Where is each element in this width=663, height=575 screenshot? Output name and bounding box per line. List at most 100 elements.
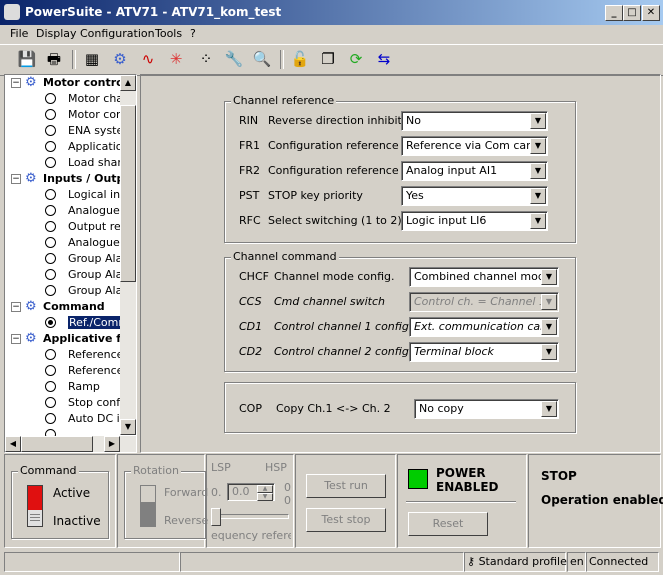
key-icon: ⚷ bbox=[467, 555, 476, 568]
rfc-select[interactable]: Logic input LI6 ▼ bbox=[401, 211, 548, 231]
radio-icon[interactable] bbox=[45, 141, 56, 152]
wrench-icon[interactable]: 🔧 bbox=[224, 49, 244, 69]
chevron-down-icon[interactable]: ▼ bbox=[530, 138, 546, 154]
language-pane: en bbox=[567, 552, 586, 572]
cd1-select[interactable]: Ext. communication card ▼ bbox=[409, 317, 559, 337]
chevron-down-icon[interactable]: ▼ bbox=[541, 401, 557, 417]
speed-input-value: 0.0 bbox=[232, 485, 250, 498]
group-title: Command bbox=[18, 464, 79, 477]
window-title: PowerSuite - ATV71 - ATV71_kom_test bbox=[25, 5, 282, 19]
scroll-up-icon[interactable]: ▲ bbox=[120, 75, 136, 91]
collapse-icon[interactable]: − bbox=[11, 78, 21, 88]
chevron-down-icon: ▼ bbox=[541, 294, 557, 310]
gear-icon[interactable]: ⚙ bbox=[110, 49, 130, 69]
radio-icon[interactable] bbox=[45, 205, 56, 216]
power-indicator bbox=[408, 469, 428, 489]
chevron-down-icon[interactable]: ▼ bbox=[530, 113, 546, 129]
navigation-tree[interactable]: −⚙Motor controlMotor characteristicsMoto… bbox=[4, 74, 137, 453]
radio-icon[interactable] bbox=[45, 221, 56, 232]
frequency-reference-label: equency reference bbox=[211, 529, 291, 542]
param-code: FR1 bbox=[239, 139, 260, 152]
fr2-select[interactable]: Analog input AI1 ▼ bbox=[401, 161, 548, 181]
scroll-down-icon[interactable]: ▼ bbox=[120, 419, 136, 435]
minimize-button[interactable]: _ bbox=[605, 5, 623, 21]
menu-configuration[interactable]: Configuration bbox=[80, 27, 155, 40]
radio-icon[interactable] bbox=[45, 381, 56, 392]
collapse-icon[interactable]: − bbox=[11, 334, 21, 344]
speed-input: 0.0 ▲ ▼ bbox=[227, 483, 275, 501]
chevron-down-icon[interactable]: ▼ bbox=[530, 163, 546, 179]
print-icon[interactable]: 🖶 bbox=[44, 49, 64, 69]
unlock-icon[interactable]: 🔓 bbox=[290, 49, 310, 69]
save-icon[interactable]: 💾 bbox=[17, 49, 37, 69]
fr1-select[interactable]: Reference via Com card ▼ bbox=[401, 136, 548, 156]
tree-vertical-scrollbar[interactable]: ▲ ▼ bbox=[120, 75, 136, 435]
close-button[interactable]: ✕ bbox=[642, 5, 660, 21]
profile-pane: ⚷ Standard profile bbox=[464, 552, 567, 572]
radio-icon[interactable] bbox=[45, 237, 56, 248]
radio-icon[interactable] bbox=[45, 413, 56, 424]
param-code: CD1 bbox=[239, 320, 263, 333]
param-code: COP bbox=[239, 402, 262, 415]
radio-icon[interactable] bbox=[45, 93, 56, 104]
lsp-label: LSP bbox=[211, 461, 231, 474]
radio-icon[interactable] bbox=[45, 349, 56, 360]
rin-select[interactable]: No ▼ bbox=[401, 111, 548, 131]
radio-icon[interactable] bbox=[45, 317, 56, 328]
radio-icon[interactable] bbox=[45, 365, 56, 376]
connect-icon[interactable]: ⁘ bbox=[196, 49, 216, 69]
param-label: Copy Ch.1 <-> Ch. 2 bbox=[276, 402, 391, 415]
chevron-down-icon[interactable]: ▼ bbox=[530, 213, 546, 229]
radio-icon[interactable] bbox=[45, 285, 56, 296]
maximize-button[interactable]: □ bbox=[623, 5, 641, 21]
radio-icon[interactable] bbox=[45, 397, 56, 408]
param-code: FR2 bbox=[239, 164, 260, 177]
calculator-icon[interactable]: ▦ bbox=[82, 49, 102, 69]
group-title: Rotation bbox=[131, 464, 182, 477]
menu-file[interactable]: File bbox=[10, 27, 28, 40]
radio-icon[interactable] bbox=[45, 269, 56, 280]
copy-pages-icon[interactable]: ❐ bbox=[318, 49, 338, 69]
chevron-down-icon[interactable]: ▼ bbox=[541, 319, 557, 335]
select-value: Combined channel mode bbox=[414, 270, 552, 283]
chevron-down-icon[interactable]: ▼ bbox=[541, 344, 557, 360]
scope-icon[interactable]: ∿ bbox=[138, 49, 158, 69]
param-label: Reverse direction inhibit. bbox=[268, 114, 406, 127]
refresh-icon[interactable]: ⟳ bbox=[346, 49, 366, 69]
radio-icon[interactable] bbox=[45, 109, 56, 120]
select-value: Yes bbox=[406, 189, 424, 202]
select-value: Control ch. = Channel 1 bbox=[414, 295, 546, 308]
collapse-icon[interactable]: − bbox=[11, 174, 21, 184]
chevron-down-icon[interactable]: ▼ bbox=[541, 269, 557, 285]
collapse-icon[interactable]: − bbox=[11, 302, 21, 312]
chcf-select[interactable]: Combined channel mode ▼ bbox=[409, 267, 559, 287]
search-tool-icon[interactable]: 🔍 bbox=[252, 49, 272, 69]
spin-down-icon: ▼ bbox=[257, 493, 273, 501]
param-code: CCS bbox=[239, 295, 262, 308]
radio-icon[interactable] bbox=[45, 125, 56, 136]
toolbar-separator bbox=[280, 50, 284, 69]
switch-fill bbox=[141, 502, 155, 526]
menu-help[interactable]: ? bbox=[190, 27, 196, 40]
param-label: STOP key priority bbox=[268, 189, 363, 202]
scroll-thumb[interactable] bbox=[120, 105, 136, 282]
spark-icon[interactable]: ✳ bbox=[166, 49, 186, 69]
menu-tools[interactable]: Tools bbox=[155, 27, 182, 40]
hscroll-thumb[interactable] bbox=[21, 436, 93, 452]
cd2-select[interactable]: Terminal block ▼ bbox=[409, 342, 559, 362]
scroll-right-icon[interactable]: ▶ bbox=[104, 436, 120, 452]
command-switch[interactable] bbox=[27, 485, 43, 527]
menu-display[interactable]: Display bbox=[36, 27, 77, 40]
radio-icon[interactable] bbox=[45, 189, 56, 200]
scroll-left-icon[interactable]: ◀ bbox=[5, 436, 21, 452]
pst-select[interactable]: Yes ▼ bbox=[401, 186, 548, 206]
status-bar: ⚷ Standard profile en Connected bbox=[0, 550, 663, 575]
transfer-icon[interactable]: ⇆ bbox=[374, 49, 394, 69]
tree-horizontal-scrollbar[interactable]: ◀ ▶ bbox=[5, 436, 136, 452]
radio-icon[interactable] bbox=[45, 253, 56, 264]
chevron-down-icon[interactable]: ▼ bbox=[530, 188, 546, 204]
cop-select[interactable]: No copy ▼ bbox=[414, 399, 559, 419]
radio-icon[interactable] bbox=[45, 157, 56, 168]
profile-text: Standard profile bbox=[478, 555, 567, 568]
select-value: No bbox=[406, 114, 421, 127]
